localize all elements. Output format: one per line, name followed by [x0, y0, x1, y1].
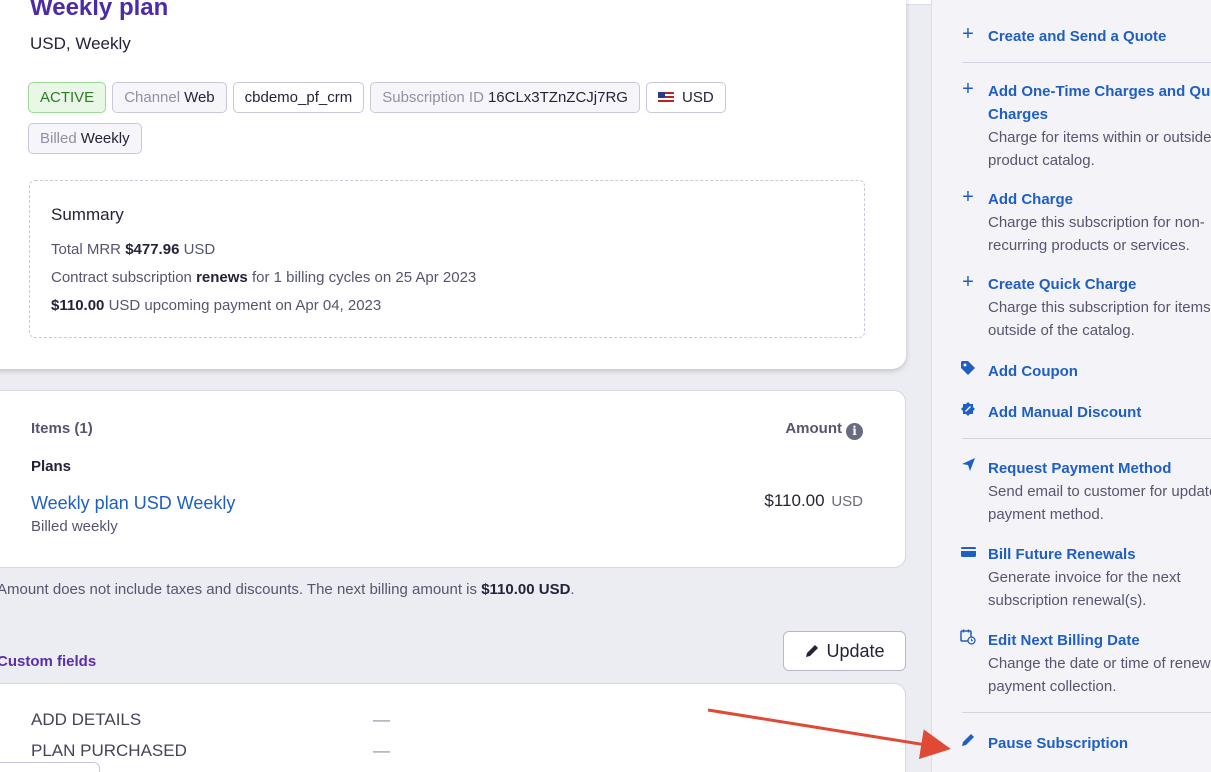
pencil-icon: [806, 645, 819, 657]
action-description: Change the date or time of renewal: [988, 655, 1211, 672]
billing-note: Amount does not include taxes and discou…: [0, 581, 575, 598]
action-title: Request Payment Method: [988, 460, 1172, 477]
action-title: Add One-Time Charges and Quote: [988, 83, 1211, 100]
plus-icon: +: [962, 78, 974, 100]
currency-badge: USD: [645, 82, 726, 113]
divider: [962, 438, 1211, 439]
items-header: Items (1): [31, 420, 93, 437]
custom-fields-card: ADD DETAILS — PLAN PURCHASED —: [0, 683, 906, 772]
bottom-tab[interactable]: [0, 762, 100, 772]
action-description: Charge for items within or outside: [988, 129, 1211, 146]
status-badge: ACTIVE: [28, 82, 107, 113]
paper-plane-icon: [960, 457, 976, 477]
subscription-id-badge[interactable]: Subscription ID 16CLx3TZnZCJj7RG: [370, 82, 640, 113]
plan-subtitle: USD, Weekly: [30, 34, 131, 53]
custom-fields-title: Custom fields: [0, 653, 97, 670]
items-card: Items (1) Amount i Plans Weekly plan USD …: [0, 390, 906, 568]
action-description: payment method.: [988, 506, 1104, 523]
note-text: Amount does not include taxes and discou…: [0, 581, 478, 598]
card-icon: [960, 543, 976, 563]
billed-badge: Billed Weekly: [28, 123, 142, 154]
action-title: Edit Next Billing Date: [988, 632, 1140, 649]
action-title: Create Quick Charge: [988, 276, 1137, 293]
divider: [962, 712, 1211, 713]
action-description: subscription renewal(s).: [988, 592, 1147, 609]
contract-suffix: for 1 billing cycles on 25 Apr 2023: [251, 269, 477, 286]
plans-label: Plans: [31, 458, 72, 475]
mrr-value: $477.96: [125, 241, 180, 258]
action-title: Add Manual Discount: [988, 404, 1142, 421]
action-title: Create and Send a Quote: [988, 28, 1167, 45]
info-icon[interactable]: i: [846, 423, 863, 440]
mrr-label: Total MRR: [51, 241, 122, 258]
action-description: outside of the catalog.: [988, 322, 1135, 339]
subscription-id-value: 16CLx3TZnZCJj7RG: [487, 89, 628, 106]
action-title: Pause Subscription: [988, 735, 1129, 752]
site-badge: cbdemo_pf_crm: [232, 82, 365, 113]
action-description: Generate invoice for the next: [988, 569, 1181, 586]
plan-price: $110.00 USD: [764, 491, 863, 511]
mrr-currency: USD: [183, 241, 216, 258]
action-title-continued: Charges: [988, 106, 1049, 123]
custom-field-label: PLAN PURCHASED: [31, 741, 187, 760]
summary-title: Summary: [51, 205, 124, 224]
plus-icon: +: [962, 23, 974, 45]
amount-header-label: Amount: [785, 420, 842, 437]
summary-upcoming: $110.00 USD upcoming payment on Apr 04, …: [51, 297, 381, 314]
action-description: Send email to customer for update: [988, 483, 1211, 500]
summary-contract: Contract subscription renews for 1 billi…: [51, 269, 476, 286]
note-period: .: [570, 581, 575, 598]
plan-price-amount: $110.00: [764, 491, 825, 510]
pencil-icon: [960, 732, 976, 752]
update-label: Update: [826, 640, 885, 661]
plus-icon: +: [962, 186, 974, 208]
upcoming-amount: $110.00: [51, 297, 105, 314]
action-title: Add Coupon: [988, 363, 1078, 380]
subscription-header-card: Weekly plan USD, Weekly ACTIVE Channel Web…: [0, 0, 906, 369]
action-description: recurring products or services.: [988, 237, 1190, 254]
plus-icon: +: [962, 271, 974, 293]
action-title: Bill Future Renewals: [988, 546, 1136, 563]
plan-billing-frequency: Billed weekly: [31, 518, 118, 535]
note-amount: $110.00 USD: [481, 581, 571, 598]
channel-badge: Channel Web: [112, 82, 227, 113]
header-inner: Weekly plan USD, Weekly ACTIVE Channel Web…: [0, 0, 906, 369]
contract-prefix: Contract subscription: [51, 269, 192, 286]
action-description: Charge this subscription for non-: [988, 214, 1205, 231]
custom-field-value: —: [373, 741, 390, 760]
summary-mrr: Total MRR $477.96 USD: [51, 241, 215, 258]
discount-badge-icon: [960, 401, 976, 421]
channel-label: Channel: [124, 89, 181, 106]
subscription-main: Weekly plan USD, Weekly ACTIVE Channel Web…: [0, 0, 931, 772]
action-title: Add Charge: [988, 191, 1074, 208]
actions-sidebar: + Create and Send a Quote + Add One-Time…: [931, 0, 1211, 772]
plan-price-currency: USD: [831, 493, 863, 510]
action-description: Charge this subscription for items: [988, 299, 1211, 316]
divider: [962, 62, 1211, 63]
plan-title: Weekly plan: [30, 0, 169, 21]
tag-icon: [960, 360, 976, 380]
us-flag-icon: [657, 92, 674, 103]
contract-renews: renews: [196, 269, 248, 286]
custom-field-label: ADD DETAILS: [31, 710, 142, 729]
amount-header: Amount i: [785, 420, 863, 440]
update-button[interactable]: Update: [783, 631, 906, 671]
plan-item-link[interactable]: Weekly plan USD Weekly: [31, 493, 235, 514]
action-description: product catalog.: [988, 152, 1095, 169]
upcoming-text: USD upcoming payment on Apr 04, 2023: [108, 297, 382, 314]
currency-value: USD: [681, 89, 714, 106]
custom-field-value: —: [373, 710, 390, 729]
summary-box: Summary Total MRR $477.96 USD Contract s…: [29, 180, 865, 338]
billed-label: Billed: [40, 130, 77, 147]
subscription-id-label: Subscription ID: [382, 89, 484, 106]
channel-value: Web: [184, 89, 215, 106]
badge-list: ACTIVE Channel Web cbdemo_pf_crm Subscriptio…: [28, 82, 828, 164]
billed-value: Weekly: [80, 130, 130, 147]
calendar-clock-icon: [960, 629, 976, 649]
action-description: payment collection.: [988, 678, 1117, 695]
